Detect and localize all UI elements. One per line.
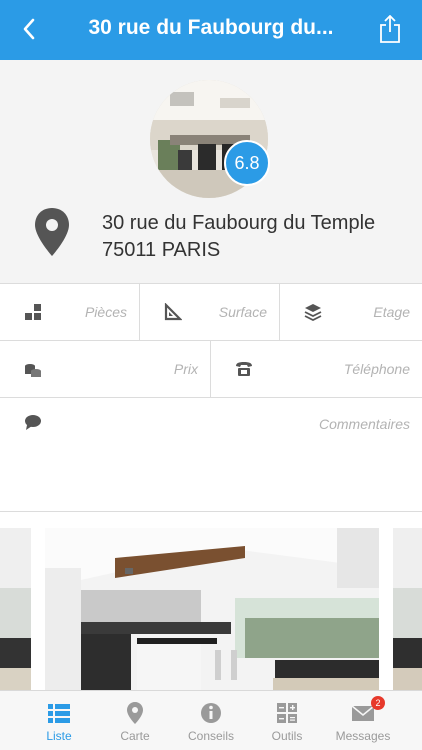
comments-row: Commentaires bbox=[0, 398, 422, 512]
tab-liste[interactable]: Liste bbox=[21, 691, 97, 750]
rooms-icon bbox=[24, 303, 42, 321]
photo-next[interactable] bbox=[393, 528, 422, 690]
photo-main[interactable] bbox=[45, 528, 379, 690]
set-square-icon bbox=[164, 303, 182, 321]
telephone-icon bbox=[235, 360, 253, 378]
fields-row-1: Pièces Surface Etage bbox=[0, 284, 422, 341]
tools-grid-icon bbox=[277, 703, 297, 723]
address-line-2: 75011 PARIS bbox=[102, 239, 221, 261]
rooms-label: Pièces bbox=[84, 304, 127, 320]
info-icon bbox=[201, 703, 221, 723]
coins-icon bbox=[24, 360, 42, 378]
list-icon bbox=[48, 704, 70, 723]
comments-field[interactable]: Commentaires bbox=[0, 398, 422, 511]
score-badge: 6.8 bbox=[224, 140, 270, 186]
tab-label: Messages bbox=[335, 729, 391, 743]
tab-bar: Liste Carte Conseils Outils 2 Messages bbox=[0, 690, 422, 750]
price-label: Prix bbox=[173, 361, 198, 377]
layers-icon bbox=[304, 303, 322, 321]
speech-bubble-icon bbox=[24, 413, 42, 431]
nav-header: 30 rue du Faubourg du... bbox=[0, 0, 422, 60]
unread-badge: 2 bbox=[371, 696, 385, 710]
phone-label: Téléphone bbox=[343, 361, 410, 377]
tab-label: Conseils bbox=[187, 729, 235, 743]
back-button[interactable] bbox=[14, 14, 44, 44]
chevron-left-icon bbox=[23, 18, 35, 40]
kitchen-image bbox=[45, 528, 379, 690]
tab-label: Carte bbox=[120, 729, 150, 743]
fields-row-2: Prix Téléphone bbox=[0, 341, 422, 398]
page-title: 30 rue du Faubourg du... bbox=[88, 16, 334, 39]
address-line-1: 30 rue du Faubourg du Temple bbox=[102, 212, 376, 234]
price-field[interactable]: Prix bbox=[0, 341, 211, 397]
share-button[interactable] bbox=[376, 12, 404, 46]
tab-conseils[interactable]: Conseils bbox=[173, 691, 249, 750]
tab-outils[interactable]: Outils bbox=[249, 691, 325, 750]
property-summary: 6.8 30 rue du Faubourg du Temple 75011 P… bbox=[0, 60, 422, 284]
tab-label: Liste bbox=[46, 729, 72, 743]
tab-carte[interactable]: Carte bbox=[97, 691, 173, 750]
rooms-field[interactable]: Pièces bbox=[0, 284, 140, 340]
screen: 30 rue du Faubourg du... 6.8 30 rue du F… bbox=[0, 0, 422, 750]
photo-previous[interactable] bbox=[0, 528, 31, 690]
share-icon bbox=[380, 15, 400, 43]
address: 30 rue du Faubourg du Temple 75011 PARIS bbox=[102, 210, 375, 264]
surface-label: Surface bbox=[218, 304, 267, 320]
tab-messages[interactable]: 2 Messages bbox=[325, 691, 401, 750]
floor-field[interactable]: Etage bbox=[280, 284, 422, 340]
comments-label: Commentaires bbox=[318, 416, 410, 432]
location-pin-icon bbox=[35, 208, 69, 256]
phone-field[interactable]: Téléphone bbox=[211, 341, 422, 397]
map-pin-icon bbox=[127, 702, 143, 724]
tab-label: Outils bbox=[271, 729, 303, 743]
floor-label: Etage bbox=[373, 304, 410, 320]
surface-field[interactable]: Surface bbox=[140, 284, 280, 340]
photo-gallery[interactable] bbox=[0, 528, 422, 690]
